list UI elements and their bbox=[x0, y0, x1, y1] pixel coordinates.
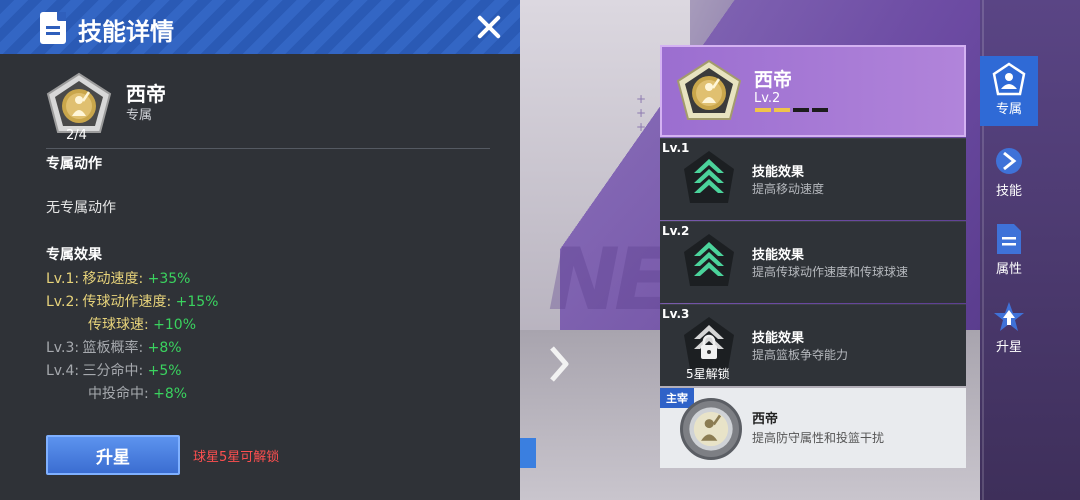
effect-line: Lv.1: 移动速度: +35% bbox=[46, 268, 190, 288]
divider bbox=[46, 148, 490, 149]
level-effect-desc: 提高移动速度 bbox=[752, 182, 825, 196]
level-effect-title: 技能效果 bbox=[752, 165, 805, 180]
arrow-up-icon bbox=[684, 151, 734, 203]
arrow-up-icon bbox=[684, 234, 734, 286]
close-button[interactable] bbox=[470, 8, 508, 46]
card-skill-level: Lv.2 bbox=[754, 91, 781, 106]
nav-label: 属性 bbox=[995, 262, 1022, 277]
background-decoration: NE bbox=[548, 230, 673, 330]
level-effect-desc: 提高传球动作速度和传球球速 bbox=[752, 265, 909, 279]
effect-value: +5% bbox=[147, 363, 182, 379]
exclusive-action-title: 专属动作 bbox=[46, 156, 102, 172]
detail-header: 技能详情 bbox=[0, 0, 520, 54]
effect-value: +10% bbox=[153, 317, 197, 333]
skill-detail-panel: 技能详情 2/4 西帝 专属 专属动作 无专属动作 专属效果 Lv.1: 移动速… bbox=[0, 0, 520, 500]
effect-text: 三分命中: bbox=[82, 363, 144, 379]
nav-tab-star-up[interactable]: 升星 bbox=[980, 296, 1038, 366]
master-skill-row[interactable]: 主宰 西帝 提高防守属性和投篮干扰 bbox=[660, 388, 966, 468]
document-icon bbox=[40, 12, 66, 44]
detail-title: 技能详情 bbox=[78, 18, 174, 46]
nav-label: 专属 bbox=[995, 102, 1022, 117]
skill-type: 专属 bbox=[126, 108, 153, 123]
nav-tab-attributes[interactable]: 属性 bbox=[980, 218, 1038, 288]
lock-icon bbox=[684, 317, 734, 369]
level-segment bbox=[774, 108, 790, 112]
effect-line: Lv.2: 传球动作速度: +15% bbox=[46, 291, 218, 311]
exclusive-action-body: 无专属动作 bbox=[46, 200, 116, 216]
skill-card[interactable]: 西帝 Lv.2 bbox=[660, 45, 966, 137]
chevron-right-icon[interactable] bbox=[548, 344, 570, 384]
level-progress-bar bbox=[755, 108, 828, 112]
effect-level: Lv.1: bbox=[46, 271, 80, 287]
skill-badge-icon bbox=[46, 72, 112, 133]
level-segment bbox=[793, 108, 809, 112]
effect-value: +8% bbox=[153, 386, 188, 402]
skill-icon bbox=[996, 148, 1022, 174]
effect-level: Lv.2: bbox=[46, 294, 80, 310]
exclusive-effect-title: 专属效果 bbox=[46, 247, 102, 263]
effect-value: +8% bbox=[147, 340, 182, 356]
level-effect-title: 技能效果 bbox=[752, 248, 805, 263]
skill-badge-icon bbox=[676, 59, 742, 120]
level-effect-desc: 提高篮板争夺能力 bbox=[752, 348, 849, 362]
level-row[interactable]: Lv.2 技能效果 提高传球动作速度和传球球速 bbox=[660, 221, 966, 303]
effect-line: Lv.4: 三分命中: +5% bbox=[46, 360, 182, 380]
effect-line: 中投命中: +8% bbox=[88, 383, 187, 403]
effect-level: Lv.3: bbox=[46, 340, 80, 356]
level-segment bbox=[755, 108, 771, 112]
level-segment bbox=[812, 108, 828, 112]
master-skill-desc: 提高防守属性和投篮干扰 bbox=[752, 431, 885, 445]
effect-line: 传球球速: +10% bbox=[88, 314, 196, 334]
nav-tab-exclusive[interactable]: 专属 bbox=[980, 56, 1038, 126]
nav-tab-skill[interactable]: 技能 bbox=[980, 140, 1038, 210]
effect-text: 篮板概率: bbox=[82, 340, 144, 356]
skill-star-count: 2/4 bbox=[66, 128, 87, 143]
effect-text: 传球球速: bbox=[88, 317, 149, 333]
effect-text: 传球动作速度: bbox=[82, 294, 172, 310]
master-tag: 主宰 bbox=[660, 388, 694, 408]
effect-level: Lv.4: bbox=[46, 363, 80, 379]
effect-text: 移动速度: bbox=[82, 271, 144, 287]
nav-label: 升星 bbox=[995, 340, 1022, 355]
document-icon bbox=[997, 224, 1021, 254]
effect-text: 中投命中: bbox=[88, 386, 149, 402]
upgrade-star-button[interactable]: 升星 bbox=[46, 435, 180, 475]
nav-label: 技能 bbox=[995, 184, 1022, 199]
level-row[interactable]: Lv.3 5星解锁 技能效果 提高篮板争夺能力 bbox=[660, 304, 966, 386]
player-icon bbox=[992, 62, 1026, 96]
master-skill-name: 西帝 bbox=[752, 412, 779, 427]
effect-value: +15% bbox=[175, 294, 219, 310]
skill-name: 西帝 bbox=[126, 82, 166, 106]
lock-label: 5星解锁 bbox=[686, 367, 730, 381]
unlock-hint: 球星5星可解锁 bbox=[193, 450, 280, 465]
card-skill-name: 西帝 bbox=[754, 69, 793, 91]
master-skill-icon bbox=[680, 398, 742, 460]
star-up-icon bbox=[994, 302, 1024, 331]
effect-value: +35% bbox=[147, 271, 191, 287]
effect-line: Lv.3: 篮板概率: +8% bbox=[46, 337, 182, 357]
level-row[interactable]: Lv.1 技能效果 提高移动速度 bbox=[660, 138, 966, 220]
background-blue-block bbox=[520, 438, 536, 468]
level-effect-title: 技能效果 bbox=[752, 331, 805, 346]
